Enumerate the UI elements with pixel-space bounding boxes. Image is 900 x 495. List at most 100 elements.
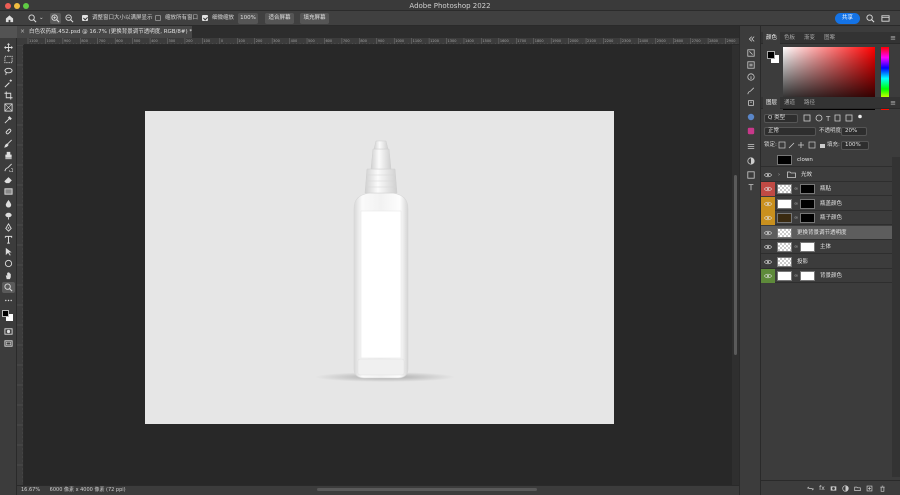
tab-color[interactable]: 颜色 xyxy=(763,32,781,44)
tab-gradients[interactable]: 渐变 xyxy=(801,32,818,44)
group-expand-chevron-icon[interactable]: › xyxy=(778,172,780,178)
mask-link-icon[interactable]: ∞ xyxy=(794,273,798,279)
eraser-tool-icon[interactable] xyxy=(2,174,15,185)
document-dimensions[interactable]: 6000 像素 x 4000 像素 (72 ppi) xyxy=(50,487,126,493)
paragraph-panel-icon[interactable] xyxy=(746,142,756,152)
marquee-tool-icon[interactable] xyxy=(2,54,15,65)
layer-name[interactable]: 主体 xyxy=(820,240,831,254)
fx-icon[interactable]: fx xyxy=(818,484,826,492)
close-tab-icon[interactable]: × xyxy=(20,26,25,38)
more-tools-icon[interactable] xyxy=(2,295,15,306)
fill-input[interactable]: 100% xyxy=(841,141,869,150)
zoom-tool-preset-icon[interactable] xyxy=(27,13,38,24)
horizontal-scrollbar-thumb[interactable] xyxy=(317,488,537,491)
layer-mask-thumbnail[interactable] xyxy=(800,184,815,194)
ellipse-tool-icon[interactable] xyxy=(2,258,15,269)
vertical-ruler[interactable] xyxy=(17,45,24,485)
layer-thumbnail[interactable] xyxy=(777,256,792,267)
layer-name[interactable]: 更换背景调节透明度 xyxy=(797,226,847,240)
layer-mask-thumbnail[interactable] xyxy=(800,242,815,252)
layer-thumbnail[interactable] xyxy=(777,213,792,223)
tab-paths[interactable]: 路径 xyxy=(801,97,818,109)
layer-name[interactable]: 背景颜色 xyxy=(820,269,842,283)
search-icon[interactable] xyxy=(865,13,876,24)
fill-screen-button[interactable]: 填充屏幕 xyxy=(300,13,329,24)
document-tab[interactable]: × 白色农药瓶.452.psd @ 16.7% (更换背景调节透明度, RGB/… xyxy=(17,26,192,38)
history-panel-icon[interactable] xyxy=(746,48,756,58)
visibility-eye-icon[interactable] xyxy=(764,243,772,251)
healing-brush-tool-icon[interactable] xyxy=(2,126,15,137)
layer-row[interactable]: ∞ 瓶子颜色 xyxy=(761,211,892,225)
vertical-scrollbar-thumb[interactable] xyxy=(734,175,737,355)
layer-thumbnail[interactable] xyxy=(777,184,792,194)
delete-layer-icon[interactable] xyxy=(878,484,886,492)
opacity-input[interactable]: 20% xyxy=(841,127,867,136)
add-mask-icon[interactable] xyxy=(829,484,837,492)
zoom-in-icon[interactable] xyxy=(50,13,61,24)
frame-tool-icon[interactable] xyxy=(2,102,15,113)
layer-name[interactable]: 投影 xyxy=(797,255,808,269)
history-brush-tool-icon[interactable] xyxy=(2,162,15,173)
libraries-panel-icon[interactable] xyxy=(746,126,756,136)
screen-mode-icon[interactable] xyxy=(2,338,15,349)
layer-row[interactable]: ∞ 瓶盖颜色 xyxy=(761,196,892,211)
path-selection-tool-icon[interactable] xyxy=(2,246,15,257)
channels-panel-icon[interactable] xyxy=(746,156,756,166)
layer-mask-thumbnail[interactable] xyxy=(800,213,815,223)
tab-channels[interactable]: 通道 xyxy=(781,97,798,109)
dodge-tool-icon[interactable] xyxy=(2,210,15,221)
visibility-eye-icon[interactable] xyxy=(764,185,772,193)
layers-panel-menu-icon[interactable]: ≡ xyxy=(890,97,896,109)
chevron-down-icon[interactable]: ⌄ xyxy=(39,14,44,23)
mask-link-icon[interactable]: ∞ xyxy=(794,244,798,250)
visibility-eye-icon[interactable] xyxy=(764,200,772,208)
new-group-icon[interactable] xyxy=(853,484,861,492)
layer-name[interactable]: 瓶盖颜色 xyxy=(820,197,842,211)
visibility-eye-icon[interactable] xyxy=(764,156,772,164)
foreground-color-swatch[interactable] xyxy=(2,310,9,317)
lock-icons[interactable] xyxy=(778,141,828,149)
hand-tool-icon[interactable] xyxy=(2,270,15,281)
tab-swatches[interactable]: 色板 xyxy=(781,32,798,44)
layer-mask-thumbnail[interactable] xyxy=(800,271,815,281)
eyedropper-tool-icon[interactable] xyxy=(2,114,15,125)
visibility-eye-icon[interactable] xyxy=(764,258,772,266)
properties-panel-icon[interactable] xyxy=(746,60,756,70)
styles-panel-icon[interactable] xyxy=(746,170,756,180)
layer-mask-thumbnail[interactable] xyxy=(800,198,815,209)
layer-name[interactable]: 光效 xyxy=(801,168,812,182)
layer-filter-select[interactable]: Q 类型 xyxy=(764,114,798,123)
collapse-panels-icon[interactable] xyxy=(746,34,756,44)
clone-source-icon[interactable] xyxy=(746,98,756,108)
new-layer-icon[interactable] xyxy=(865,484,873,492)
color-panel-foreground-swatch[interactable] xyxy=(767,51,775,59)
adjustment-layer-icon[interactable] xyxy=(841,484,849,492)
color-panel-menu-icon[interactable]: ≡ xyxy=(890,32,896,44)
layer-row[interactable]: ∞ 背景颜色 xyxy=(761,269,892,283)
pen-tool-icon[interactable] xyxy=(2,222,15,233)
zoom-out-icon[interactable] xyxy=(64,13,75,24)
tab-patterns[interactable]: 图案 xyxy=(821,32,838,44)
zoom-all-windows-checkbox[interactable] xyxy=(155,15,161,21)
gradient-tool-icon[interactable] xyxy=(2,186,15,197)
mask-link-icon[interactable]: ∞ xyxy=(794,201,798,207)
layer-row[interactable]: clown xyxy=(761,153,892,167)
layer-name[interactable]: 瓶子颜色 xyxy=(820,211,842,225)
layer-thumbnail[interactable] xyxy=(777,271,792,281)
mask-link-icon[interactable]: ∞ xyxy=(794,186,798,192)
mask-link-icon[interactable]: ∞ xyxy=(794,215,798,221)
document-canvas[interactable] xyxy=(145,111,614,424)
lasso-tool-icon[interactable] xyxy=(2,66,15,77)
visibility-eye-icon[interactable] xyxy=(764,214,772,222)
crop-tool-icon[interactable] xyxy=(2,90,15,101)
vertical-scrollbar[interactable] xyxy=(732,45,739,485)
brush-tool-icon[interactable] xyxy=(2,138,15,149)
workspace-icon[interactable] xyxy=(880,13,891,24)
resize-windows-checkbox[interactable] xyxy=(82,15,88,21)
blend-mode-select[interactable]: 正常 xyxy=(764,127,816,136)
layer-thumbnail[interactable] xyxy=(777,155,792,165)
horizontal-ruler[interactable]: 1100 1000 900 800 700 600 500 400 300 200 100 0 100 2… xyxy=(24,38,739,45)
layer-thumbnail[interactable] xyxy=(777,227,792,238)
type-tool-icon[interactable] xyxy=(2,234,15,245)
layer-name[interactable]: clown xyxy=(797,153,813,167)
